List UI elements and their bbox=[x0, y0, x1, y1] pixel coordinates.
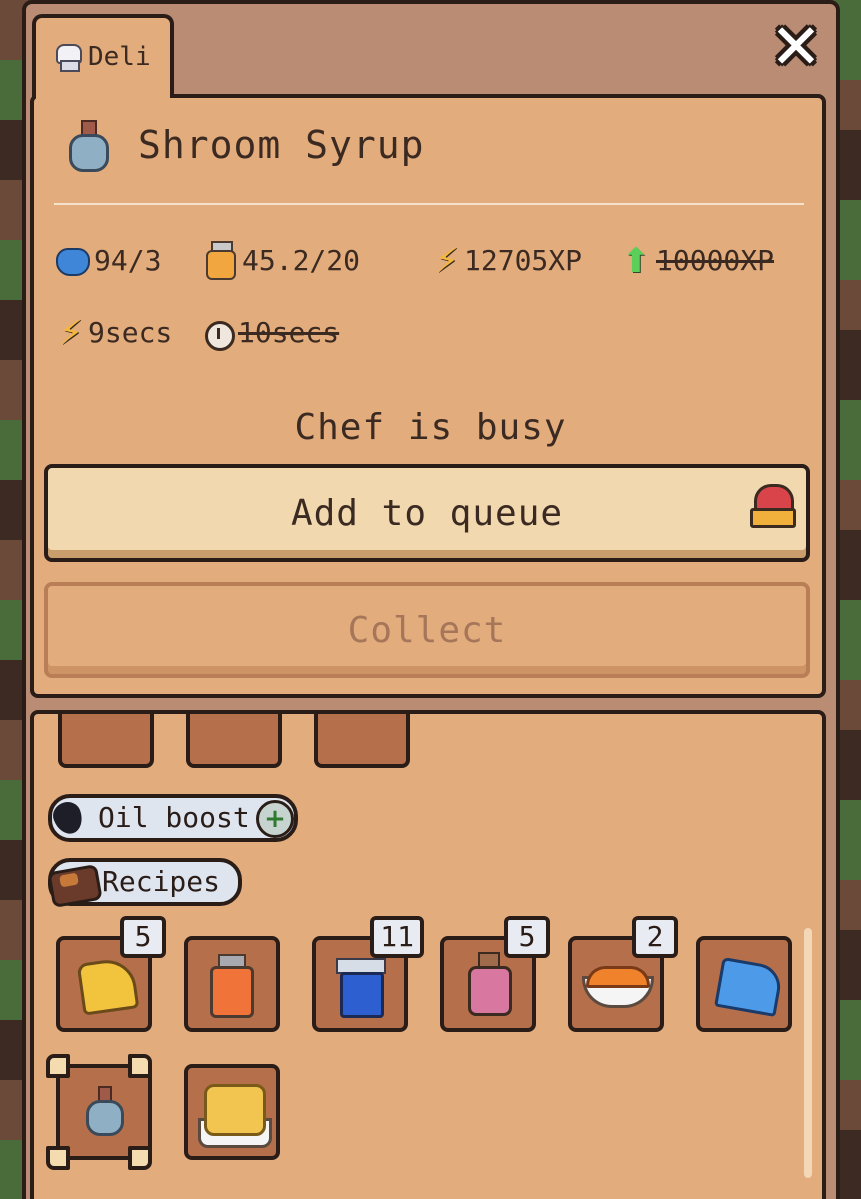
potion-jar-icon bbox=[466, 952, 512, 1016]
ingredient-stats: 94/3 45.2/20 ⚡ 12705XP ⬆ 10000XP bbox=[54, 240, 814, 282]
cheese-icon bbox=[76, 956, 140, 1016]
gem-requirement-value: 94/3 bbox=[94, 244, 162, 277]
recipe-slot-potion-jar[interactable]: 5 bbox=[440, 916, 550, 1032]
gem-icon bbox=[54, 246, 90, 276]
potion-icon bbox=[64, 120, 110, 172]
queue-slot[interactable] bbox=[186, 714, 282, 768]
recipe-slot-cheese[interactable]: 5 bbox=[56, 916, 166, 1032]
shroom-syrup-icon bbox=[84, 1086, 124, 1138]
collect-label: Collect bbox=[347, 609, 507, 651]
cook-time-original: 10secs bbox=[202, 312, 339, 354]
item-count-badge: 5 bbox=[120, 916, 166, 958]
recipe-slot-blue-cheese[interactable] bbox=[696, 936, 792, 1032]
queue-slot[interactable] bbox=[314, 714, 410, 768]
oil-drop-icon bbox=[48, 796, 88, 840]
recipes-label: Recipes bbox=[102, 865, 221, 898]
xp-original-value: 10000XP bbox=[656, 244, 775, 277]
cook-time-original-value: 10secs bbox=[238, 316, 340, 349]
recipe-header: Shroom Syrup bbox=[64, 120, 425, 172]
xp-reward: ⚡ 12705XP bbox=[434, 240, 582, 282]
recipe-slot-jam[interactable] bbox=[184, 936, 280, 1032]
recipe-title: Shroom Syrup bbox=[138, 123, 425, 167]
chef-hat-icon bbox=[52, 44, 82, 72]
selection-corner bbox=[128, 1146, 152, 1170]
gem-requirement: 94/3 bbox=[54, 240, 161, 282]
close-button[interactable]: ✕ bbox=[767, 16, 825, 78]
tab-joint bbox=[36, 90, 170, 102]
pie-icon bbox=[582, 966, 654, 1008]
add-to-queue-label: Add to queue bbox=[290, 492, 564, 534]
jar-requirement: 45.2/20 bbox=[204, 240, 360, 282]
recipe-slot-blue-jar[interactable]: 11 bbox=[312, 916, 424, 1032]
recipes-label-pill: Recipes bbox=[48, 858, 242, 906]
tab-deli-label: Deli bbox=[88, 42, 151, 72]
selection-corner bbox=[128, 1054, 152, 1078]
collect-button[interactable]: Collect bbox=[44, 582, 810, 678]
oil-boost-button[interactable]: Oil boost + bbox=[48, 794, 298, 842]
add-to-queue-button[interactable]: Add to queue bbox=[44, 464, 810, 562]
blue-jar-icon bbox=[334, 958, 386, 1018]
oil-boost-label: Oil boost bbox=[98, 801, 250, 834]
item-count-badge: 5 bbox=[504, 916, 550, 958]
cook-time: ⚡ 9secs bbox=[58, 312, 172, 354]
divider bbox=[54, 203, 804, 205]
selection-corner bbox=[46, 1054, 70, 1078]
close-icon: ✕ bbox=[770, 10, 822, 83]
xp-value: 12705XP bbox=[464, 244, 583, 277]
scrollbar[interactable] bbox=[804, 928, 812, 1178]
blue-cheese-icon bbox=[714, 956, 784, 1018]
boost-arrow-icon: ⬆ bbox=[621, 241, 651, 281]
queue-slot[interactable] bbox=[58, 714, 154, 768]
chef-status: Chef is busy bbox=[294, 407, 567, 448]
selection-corner bbox=[46, 1146, 70, 1170]
tab-deli[interactable]: Deli bbox=[32, 14, 174, 98]
bolt-icon: ⚡ bbox=[59, 313, 83, 353]
item-count-badge: 2 bbox=[632, 916, 678, 958]
time-stats: ⚡ 9secs 10secs bbox=[54, 312, 454, 354]
bolt-icon: ⚡ bbox=[435, 241, 459, 281]
jar-icon bbox=[204, 241, 238, 281]
item-count-badge: 11 bbox=[370, 916, 424, 958]
gem-cost-icon bbox=[750, 484, 796, 530]
jar-requirement-value: 45.2/20 bbox=[242, 244, 361, 277]
jam-jar-icon bbox=[210, 954, 254, 1018]
stopwatch-icon bbox=[202, 315, 235, 351]
cook-time-value: 9secs bbox=[88, 316, 173, 349]
xp-original: ⬆ 10000XP bbox=[620, 240, 774, 282]
add-oil-button[interactable]: + bbox=[256, 800, 294, 838]
pancake-icon bbox=[198, 1084, 272, 1148]
recipe-slot-pancake[interactable] bbox=[184, 1064, 280, 1160]
recipe-slot-pie[interactable]: 2 bbox=[568, 916, 678, 1032]
recipe-book-icon bbox=[48, 860, 100, 904]
